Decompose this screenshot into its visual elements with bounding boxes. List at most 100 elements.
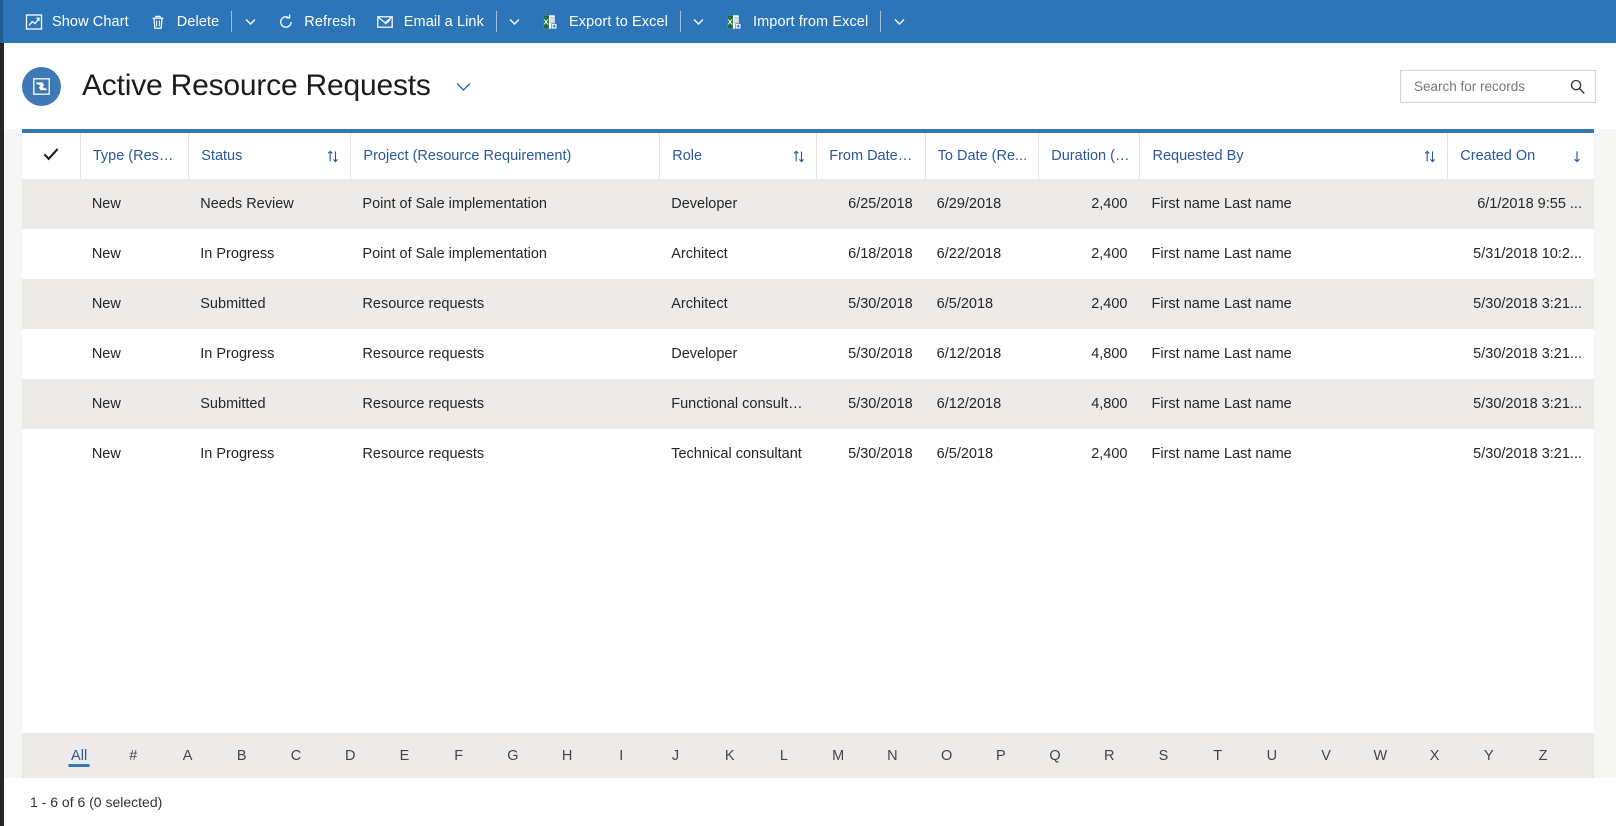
table-row[interactable]: New Needs Review Point of Sale implement… [22,179,1594,229]
email-a-link-button[interactable]: Email a Link [366,0,494,43]
checkmark-icon[interactable] [41,144,61,169]
column-label: Duration (R... [1051,148,1129,164]
column-header-requested-by[interactable]: Requested By [1139,133,1447,179]
import-from-excel-chevron-down-icon[interactable] [883,0,915,43]
column-label: Role [672,148,702,164]
column-header-from-date[interactable]: From Date (... [816,133,924,179]
row-checkbox[interactable] [22,179,80,229]
alpha-index-n[interactable]: N [865,733,919,778]
table-row[interactable]: New In Progress Resource requests Techni… [22,429,1594,479]
export-to-excel-button[interactable]: X Export to Excel [531,0,678,43]
alpha-index-q[interactable]: Q [1028,733,1082,778]
table-row[interactable]: New Submitted Resource requests Function… [22,379,1594,429]
search-icon[interactable] [1569,78,1586,95]
alpha-index-f[interactable]: F [432,733,486,778]
table-row[interactable]: New Submitted Resource requests Architec… [22,279,1594,329]
cell-role-link[interactable]: Technical consultant [659,429,816,479]
row-checkbox[interactable] [22,279,80,329]
alpha-index-s[interactable]: S [1136,733,1190,778]
alpha-index-j[interactable]: J [648,733,702,778]
import-from-excel-label: Import from Excel [753,14,868,30]
sort-arrows-icon[interactable] [1416,149,1437,164]
column-header-role[interactable]: Role [659,133,816,179]
table-row[interactable]: New In Progress Resource requests Develo… [22,329,1594,379]
alpha-index-v[interactable]: V [1299,733,1353,778]
column-header-status[interactable]: Status [188,133,350,179]
search-input[interactable] [1412,78,1569,95]
sort-arrows-icon[interactable] [785,149,806,164]
alpha-index-o[interactable]: O [920,733,974,778]
cell-requested-by-link[interactable]: First name Last name [1139,279,1447,329]
alpha-index-d[interactable]: D [323,733,377,778]
cell-role-link[interactable]: Developer [659,329,816,379]
view-selector-chevron-down-icon[interactable] [448,71,479,102]
cell-role-link[interactable]: Architect [659,279,816,329]
alpha-index-hash[interactable]: # [106,733,160,778]
search-box[interactable] [1400,70,1596,103]
alpha-index-y[interactable]: Y [1462,733,1516,778]
header-row: Type (Reso... Status [22,133,1594,179]
alpha-index-c[interactable]: C [269,733,323,778]
select-all-header[interactable] [22,133,80,179]
alpha-index-e[interactable]: E [377,733,431,778]
alpha-index-g[interactable]: G [486,733,540,778]
column-header-type[interactable]: Type (Reso... [80,133,188,179]
column-header-to-date[interactable]: To Date (Re... [925,133,1039,179]
alpha-index-z[interactable]: Z [1516,733,1570,778]
page-title: Active Resource Requests [82,69,431,103]
alpha-index-h[interactable]: H [540,733,594,778]
cell-project: Point of Sale implementation [350,229,659,279]
alpha-index-w[interactable]: W [1353,733,1407,778]
row-checkbox[interactable] [22,429,80,479]
cell-status: Submitted [188,279,350,329]
cell-requested-by-link[interactable]: First name Last name [1139,329,1447,379]
alphabet-index-bar: All # A B C D E F G H I J K L M N O P Q … [22,733,1594,778]
row-checkbox[interactable] [22,329,80,379]
delete-chevron-down-icon[interactable] [234,0,266,43]
cell-duration: 2,400 [1038,229,1139,279]
alpha-index-t[interactable]: T [1191,733,1245,778]
alpha-index-l[interactable]: L [757,733,811,778]
alpha-index-p[interactable]: P [974,733,1028,778]
alpha-index-r[interactable]: R [1082,733,1136,778]
alpha-index-all[interactable]: All [52,733,106,778]
show-chart-button[interactable]: Show Chart [14,0,139,43]
grid-body: Type (Reso... Status [22,133,1594,733]
alpha-index-k[interactable]: K [703,733,757,778]
cell-requested-by-link[interactable]: First name Last name [1139,379,1447,429]
sort-descending-icon[interactable] [1563,149,1584,164]
chart-icon [24,12,43,31]
alpha-index-b[interactable]: B [215,733,269,778]
cell-role-link[interactable]: Functional consultant [659,379,816,429]
column-header-project[interactable]: Project (Resource Requirement) [350,133,659,179]
alpha-index-m[interactable]: M [811,733,865,778]
cell-requested-by-link[interactable]: First name Last name [1139,179,1447,229]
sort-arrows-icon[interactable] [319,149,340,164]
cell-role-link[interactable]: Architect [659,229,816,279]
column-header-created-on[interactable]: Created On [1447,133,1594,179]
cell-created-on: 5/30/2018 3:21... [1447,329,1594,379]
email-a-link-chevron-down-icon[interactable] [499,0,531,43]
separator [496,11,497,32]
alpha-index-a[interactable]: A [160,733,214,778]
cell-requested-by-link[interactable]: First name Last name [1139,429,1447,479]
cell-requested-by-link[interactable]: First name Last name [1139,229,1447,279]
view-header: Active Resource Requests [0,43,1616,129]
alpha-index-u[interactable]: U [1245,733,1299,778]
command-bar-left-edge [0,0,3,43]
alpha-index-i[interactable]: I [594,733,648,778]
row-checkbox[interactable] [22,229,80,279]
import-from-excel-button[interactable]: X Import from Excel [715,0,878,43]
cell-created-on: 6/1/2018 9:55 ... [1447,179,1594,229]
refresh-button[interactable]: Refresh [266,0,365,43]
svg-text:X: X [728,17,733,26]
alpha-index-x[interactable]: X [1407,733,1461,778]
row-checkbox[interactable] [22,379,80,429]
svg-text:X: X [544,17,549,26]
table-row[interactable]: New In Progress Point of Sale implementa… [22,229,1594,279]
export-to-excel-chevron-down-icon[interactable] [683,0,715,43]
cell-role-link[interactable]: Developer [659,179,816,229]
column-header-duration[interactable]: Duration (R... [1038,133,1139,179]
left-edge-strip [0,43,4,826]
delete-button[interactable]: Delete [139,0,230,43]
